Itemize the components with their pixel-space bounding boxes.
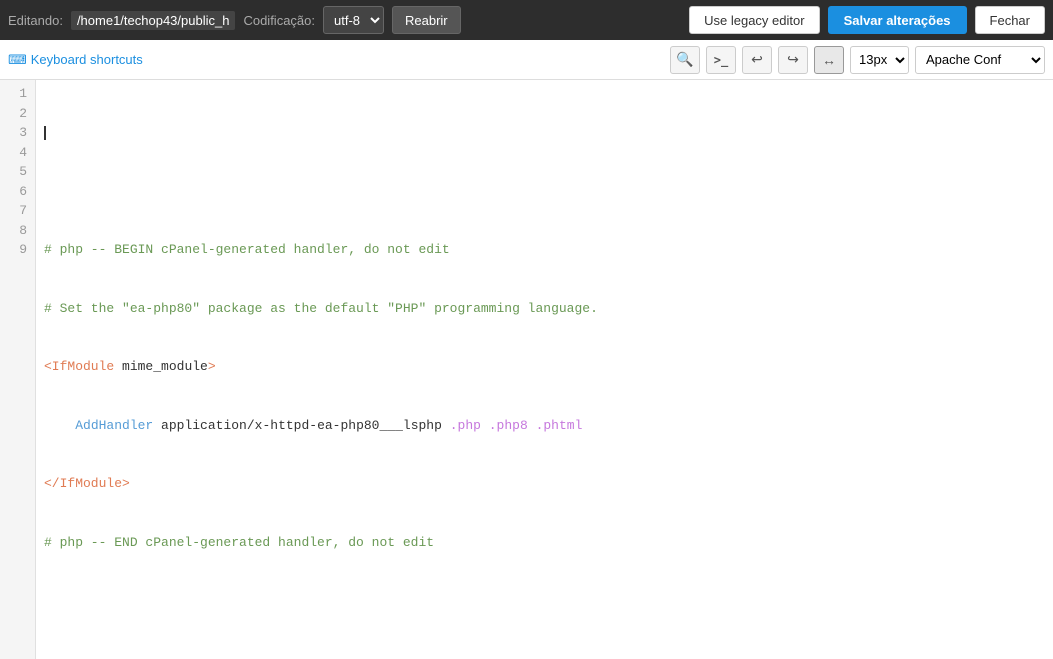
- editing-label: Editando:: [8, 13, 63, 28]
- keyboard-shortcuts-link[interactable]: ⌨ Keyboard shortcuts: [8, 52, 143, 68]
- keyboard-shortcuts-label: Keyboard shortcuts: [31, 52, 143, 67]
- code-line-5: <IfModule mime_module>: [44, 357, 1045, 377]
- file-path: /home1/techop43/public_h: [71, 11, 236, 30]
- line-num-9: 9: [0, 240, 35, 260]
- top-toolbar: Editando: /home1/techop43/public_h Codif…: [0, 0, 1053, 40]
- search-icon: 🔍: [676, 51, 693, 68]
- code-line-6: AddHandler application/x-httpd-ea-php80_…: [44, 416, 1045, 436]
- encoding-select[interactable]: utf-8: [323, 6, 384, 34]
- redo-button[interactable]: ↪: [778, 46, 808, 74]
- wrap-button[interactable]: ↔: [814, 46, 844, 74]
- code-line-7: </IfModule>: [44, 474, 1045, 494]
- code-line-2: [44, 182, 1045, 202]
- keyboard-icon: ⌨: [8, 52, 27, 68]
- code-line-3: # php -- BEGIN cPanel-generated handler,…: [44, 240, 1045, 260]
- code-editor[interactable]: # php -- BEGIN cPanel-generated handler,…: [36, 80, 1053, 659]
- editor-toolbar: ⌨ Keyboard shortcuts 🔍 >_ ↩ ↪ ↔ 10px 11p…: [0, 40, 1053, 80]
- undo-button[interactable]: ↩: [742, 46, 772, 74]
- line-num-8: 8: [0, 221, 35, 241]
- wrap-icon: ↔: [822, 52, 836, 68]
- salvar-button[interactable]: Salvar alterações: [828, 6, 967, 34]
- line-num-5: 5: [0, 162, 35, 182]
- line-num-3: 3: [0, 123, 35, 143]
- syntax-select[interactable]: Apache Conf CSS HTML JavaScript PHP Plai…: [915, 46, 1045, 74]
- line-num-6: 6: [0, 182, 35, 202]
- line-numbers: 1 2 3 4 5 6 7 8 9: [0, 80, 36, 659]
- line-num-2: 2: [0, 104, 35, 124]
- search-button[interactable]: 🔍: [670, 46, 700, 74]
- code-line-1: [44, 123, 1045, 143]
- code-line-8: # php -- END cPanel-generated handler, d…: [44, 533, 1045, 553]
- code-line-4: # Set the "ea-php80" package as the defa…: [44, 299, 1045, 319]
- line-num-1: 1: [0, 84, 35, 104]
- line-num-4: 4: [0, 143, 35, 163]
- redo-icon: ↪: [787, 51, 799, 68]
- line-num-7: 7: [0, 201, 35, 221]
- code-line-9: [44, 591, 1045, 611]
- terminal-icon: >_: [714, 53, 728, 67]
- fechar-button[interactable]: Fechar: [975, 6, 1045, 34]
- editor-area: 1 2 3 4 5 6 7 8 9 # php -- BEGIN cPanel-…: [0, 80, 1053, 659]
- terminal-button[interactable]: >_: [706, 46, 736, 74]
- legacy-editor-button[interactable]: Use legacy editor: [689, 6, 819, 34]
- undo-icon: ↩: [751, 51, 763, 68]
- reabrir-button[interactable]: Reabrir: [392, 6, 461, 34]
- font-size-select[interactable]: 10px 11px 12px 13px 14px 16px 18px 20px: [850, 46, 909, 74]
- encoding-label: Codificação:: [243, 13, 315, 28]
